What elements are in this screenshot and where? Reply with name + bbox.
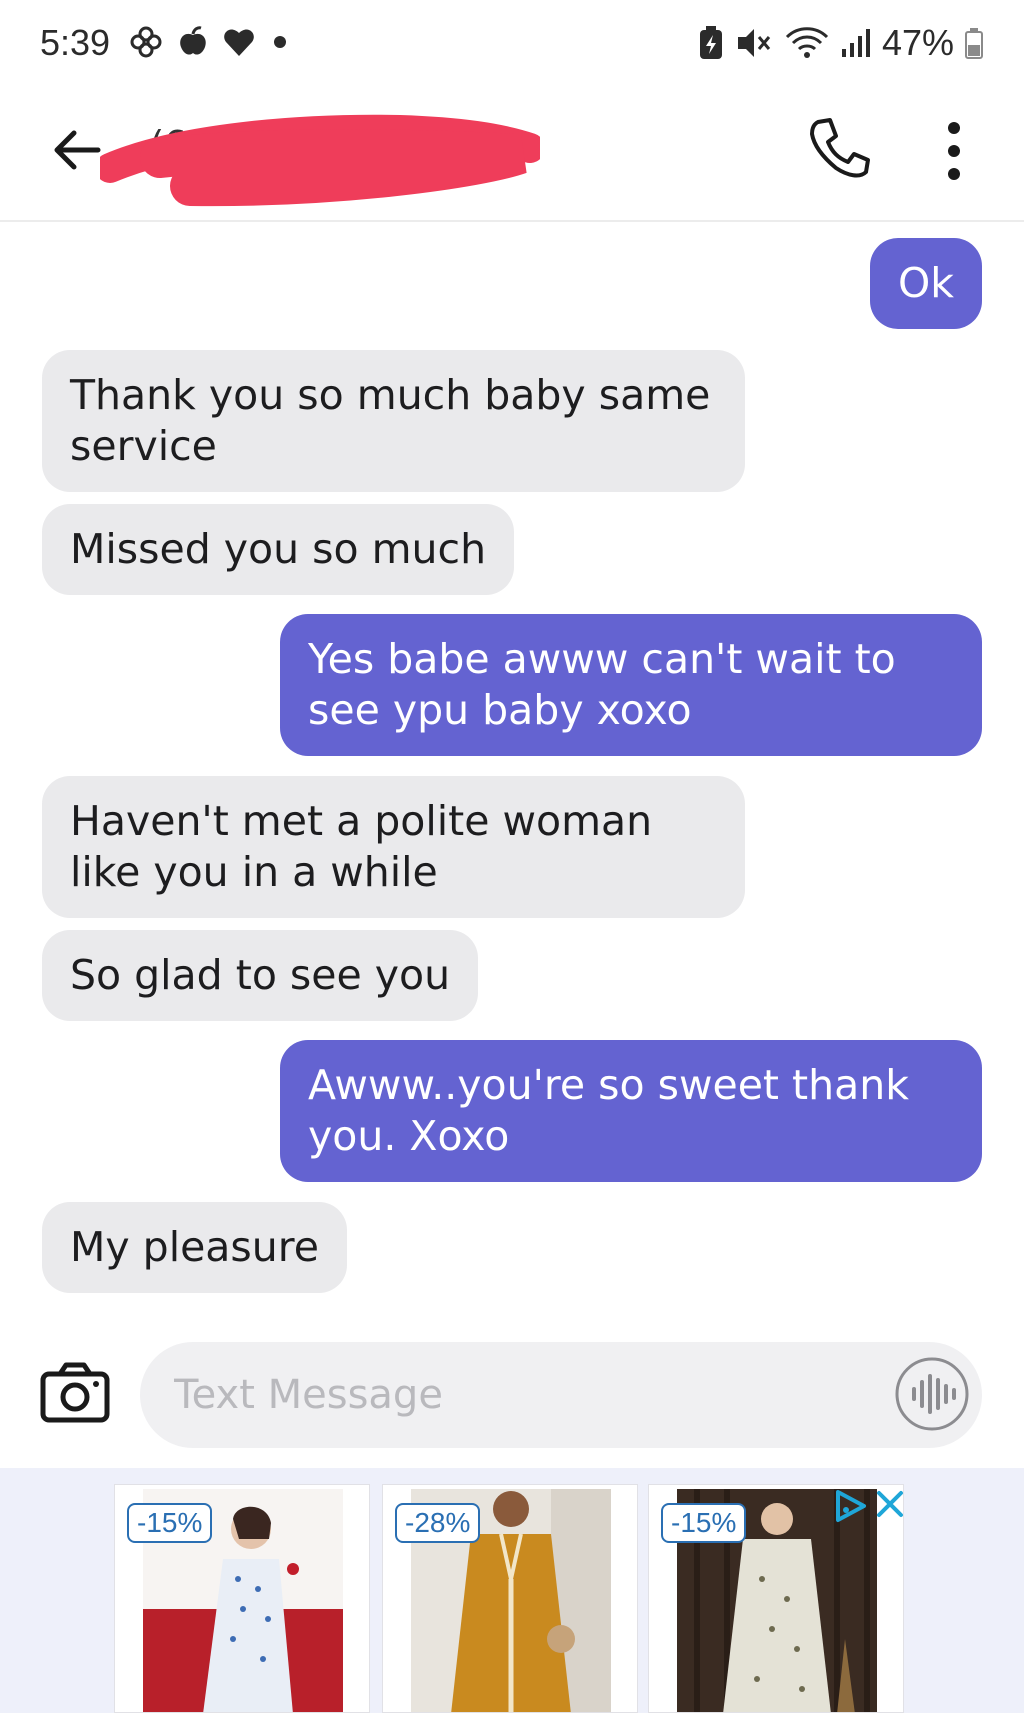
ad-product-card[interactable]: -15% — [114, 1484, 370, 1713]
phone-icon[interactable] — [804, 112, 876, 184]
status-time: 5:39 — [40, 22, 111, 63]
mute-icon — [737, 29, 771, 57]
incoming-message[interactable]: So glad to see you — [42, 930, 479, 1021]
incoming-message[interactable]: Thank you so much baby same service — [42, 350, 745, 492]
battery-icon — [965, 28, 983, 59]
battery-saver-icon — [699, 26, 722, 59]
more-options-icon[interactable] — [934, 116, 974, 186]
close-icon[interactable] — [874, 1488, 906, 1520]
message-composer — [0, 1330, 1024, 1470]
conversation-header: (64 — [0, 88, 1024, 222]
incoming-message[interactable]: Missed you so much — [42, 504, 515, 595]
status-bar: 5:39 47% — [0, 0, 1024, 88]
back-arrow-icon[interactable] — [48, 120, 108, 180]
message-thread: Ok Thank you so much baby same service M… — [0, 224, 1024, 1324]
discount-badge: -28% — [395, 1503, 481, 1543]
signal-icon — [841, 29, 870, 57]
discount-badge: -15% — [127, 1503, 213, 1543]
discount-badge: -15% — [661, 1503, 747, 1543]
battery-percent: 47% — [881, 22, 954, 63]
outgoing-message[interactable]: Awww..you're so sweet thank you. Xoxo — [280, 1040, 982, 1182]
redaction-scribble — [100, 114, 540, 207]
adchoices-icon[interactable] — [832, 1488, 868, 1524]
notification-icons — [128, 24, 292, 60]
ad-product-card[interactable]: -28% — [382, 1484, 638, 1713]
apple-icon — [180, 26, 206, 55]
outgoing-message[interactable]: Yes babe awww can't wait to see ypu baby… — [280, 614, 982, 756]
wifi-icon — [785, 27, 828, 58]
incoming-message[interactable]: My pleasure — [42, 1202, 347, 1293]
pinwheel-icon — [130, 26, 162, 58]
heart-icon — [224, 29, 254, 56]
system-icons: 47% — [698, 22, 984, 64]
ad-banner[interactable]: -15% -28% -15% — [0, 1468, 1024, 1713]
text-message-input[interactable] — [140, 1342, 982, 1448]
voice-input-icon[interactable] — [894, 1356, 970, 1432]
incoming-message[interactable]: Haven't met a polite woman like you in a… — [42, 776, 745, 918]
outgoing-message[interactable]: Ok — [869, 238, 982, 329]
dot-icon — [274, 36, 286, 48]
camera-icon[interactable] — [40, 1362, 110, 1424]
